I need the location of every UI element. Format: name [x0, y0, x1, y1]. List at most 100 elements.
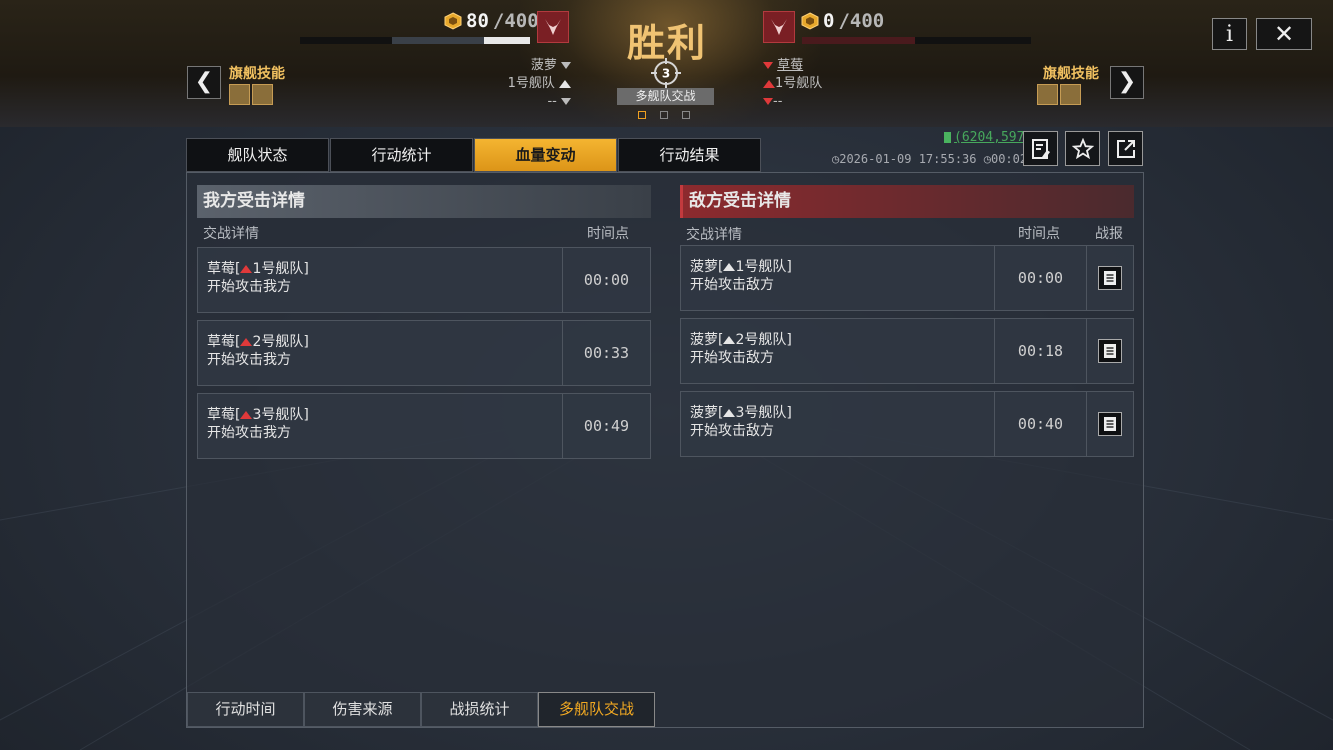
- page-dot[interactable]: [638, 111, 646, 119]
- page-dot[interactable]: [660, 111, 668, 119]
- ally-name: 菠萝: [530, 58, 557, 73]
- round-number: 3: [662, 67, 670, 81]
- attacker-name: 草莓[: [207, 407, 241, 423]
- favorite-button[interactable]: [1065, 131, 1100, 166]
- up-arrow-icon: [763, 79, 775, 88]
- enemy-hp-bar: [802, 37, 1031, 44]
- attacker-name: 草莓[: [207, 334, 241, 350]
- tab-action-results[interactable]: 行动结果: [618, 138, 761, 172]
- engagement-detail: 草莓[1号舰队] 开始攻击我方: [198, 248, 562, 312]
- rank-icon: [763, 98, 773, 105]
- our-damage-title: 我方受击详情: [197, 185, 651, 218]
- tab-fleet-status[interactable]: 舰队状态: [186, 138, 329, 172]
- engagement-detail: 菠萝[2号舰队] 开始攻击敌方: [681, 319, 994, 383]
- enemy-extra: --: [773, 94, 783, 109]
- close-button[interactable]: ✕: [1256, 18, 1312, 50]
- bottom-tabs: 行动时间 伤害来源 战损统计 多舰队交战: [187, 692, 655, 727]
- tab-hp-changes[interactable]: 血量变动: [474, 138, 617, 172]
- battle-mode-label: 多舰队交战: [617, 88, 714, 105]
- ally-skill-icons: [229, 84, 273, 105]
- share-icon: [1116, 139, 1135, 158]
- page-dot[interactable]: [682, 111, 690, 119]
- tab-action-time[interactable]: 行动时间: [187, 692, 304, 727]
- timer-icon: ◷: [983, 152, 991, 166]
- engagement-detail: 菠萝[ 1号舰队] 开始攻击敌方: [681, 246, 994, 310]
- ally-fleet-icon: [723, 263, 736, 271]
- fleet-name: 2号舰队]: [735, 332, 792, 348]
- engagement-action: 开始攻击我方: [207, 352, 291, 368]
- right-resource-value: 0: [823, 10, 835, 32]
- enemy-fleet-info: 草莓 1号舰队 --: [763, 57, 822, 111]
- next-button[interactable]: ❯: [1110, 66, 1144, 99]
- ally-fleet-icon: [723, 409, 736, 417]
- skill-icon[interactable]: [1037, 84, 1058, 105]
- rank-icon: [561, 98, 571, 105]
- crosshair-icon: 3: [651, 58, 681, 88]
- prev-button[interactable]: ❮: [187, 66, 221, 99]
- right-resource-max: /400: [838, 10, 885, 32]
- enemy-emblem: [763, 11, 795, 43]
- ally-fleet-icon: [723, 336, 736, 344]
- resource-icon: [801, 12, 819, 30]
- left-resource-value: 80: [466, 10, 489, 32]
- main-tabs: 舰队状态 行动统计 血量变动 行动结果: [186, 138, 762, 172]
- attacker-name: 菠萝[: [690, 405, 724, 421]
- fleet-name: 1号舰队]: [735, 259, 792, 275]
- battle-report-button[interactable]: [1098, 339, 1122, 363]
- battle-datetime: 2026-01-09 17:55:36: [839, 152, 977, 166]
- ally-skills-label: 旗舰技能: [229, 66, 285, 82]
- enemy-fleet-icon: [240, 265, 253, 273]
- table-row: 菠萝[2号舰队] 开始攻击敌方 00:18: [680, 318, 1134, 384]
- engagement-action: 开始攻击敌方: [690, 277, 774, 293]
- ally-hp-fill: [484, 37, 530, 44]
- round-indicator: 3: [651, 58, 681, 92]
- star-icon: [1071, 137, 1094, 159]
- tab-damage-source[interactable]: 伤害来源: [304, 692, 421, 727]
- report-icon: [1104, 417, 1116, 431]
- ally-emblem: [537, 11, 569, 43]
- info-button[interactable]: i: [1212, 18, 1247, 50]
- tab-multi-fleet[interactable]: 多舰队交战: [538, 692, 655, 727]
- tab-loss-stats[interactable]: 战损统计: [421, 692, 538, 727]
- ally-hp-lost: [392, 37, 484, 44]
- report-edit-button[interactable]: [1023, 131, 1058, 166]
- down-arrow-icon: [763, 62, 773, 69]
- enemy-col-time: 时间点: [1018, 226, 1060, 242]
- enemy-damage-title: 敌方受击详情: [680, 185, 1134, 218]
- battle-report-button[interactable]: [1098, 412, 1122, 436]
- skill-icon[interactable]: [252, 84, 273, 105]
- skill-icon[interactable]: [1060, 84, 1081, 105]
- time-point: 00:00: [562, 248, 650, 312]
- attacker-name: 菠萝[: [690, 259, 724, 275]
- enemy-name[interactable]: 草莓: [777, 58, 803, 73]
- enemy-skill-icons: [1037, 84, 1081, 105]
- our-col-detail: 交战详情: [203, 226, 259, 242]
- coord-value: (6204,597): [954, 130, 1033, 145]
- table-row: 草莓[3号舰队] 开始攻击我方 00:49: [197, 393, 651, 459]
- enemy-skills-label: 旗舰技能: [1043, 66, 1099, 82]
- enemy-fleet-icon: [240, 338, 253, 346]
- engagement-action: 开始攻击我方: [207, 425, 291, 441]
- engagement-action: 开始攻击敌方: [690, 350, 774, 366]
- engagement-detail: 草莓[ 2号舰队] 开始攻击我方: [198, 321, 562, 385]
- battle-report-button[interactable]: [1098, 266, 1122, 290]
- engagement-action: 开始攻击敌方: [690, 423, 774, 439]
- down-arrow-icon: [561, 62, 571, 69]
- fleet-name: 1号舰队]: [252, 261, 309, 277]
- table-row: 草莓[ 2号舰队] 开始攻击我方 00:33: [197, 320, 651, 386]
- time-point: 00:00: [994, 246, 1086, 310]
- ally-fleet: 1号舰队: [507, 76, 555, 91]
- tab-action-stats[interactable]: 行动统计: [330, 138, 473, 172]
- page-dots: [638, 111, 690, 119]
- battle-coordinates[interactable]: (6204,597): [944, 130, 1032, 145]
- share-button[interactable]: [1108, 131, 1143, 166]
- up-arrow-icon: [559, 79, 571, 88]
- fleet-name: 2号舰队]: [252, 334, 309, 350]
- time-point: 00:33: [562, 321, 650, 385]
- horns-icon: [545, 19, 561, 35]
- report-icon: [1104, 344, 1116, 358]
- skill-icon[interactable]: [229, 84, 250, 105]
- report-cell: [1086, 246, 1133, 310]
- enemy-fleet-icon: [240, 411, 253, 419]
- enemy-hp-lost: [802, 37, 915, 44]
